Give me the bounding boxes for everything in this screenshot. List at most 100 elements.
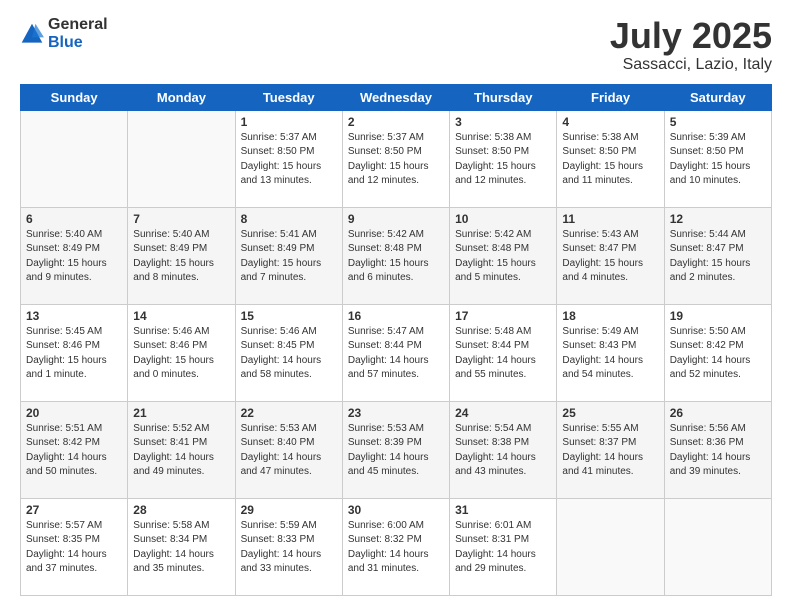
calendar-week-row: 20Sunrise: 5:51 AM Sunset: 8:42 PM Dayli…: [21, 401, 772, 498]
day-number: 12: [670, 212, 766, 226]
day-number: 23: [348, 406, 444, 420]
calendar-week-row: 27 Sunrise: 5:57 AM Sunset: 8:35 PM Dayli…: [21, 498, 772, 595]
day-info: Sunrise: 5:44 AM Sunset: 8:47 PM Dayligh…: [670, 228, 766, 286]
table-row: 28 Sunrise: 5:58 AM Sunset: 8:34 PM Dayli…: [128, 498, 235, 595]
table-row: 27 Sunrise: 5:57 AM Sunset: 8:35 PM Dayli…: [21, 498, 128, 595]
day-info: Sunrise: 5:48 AM Sunset: 8:44 PM Dayligh…: [455, 325, 551, 383]
day-number: 5: [670, 115, 766, 129]
table-row: 8 Sunrise: 5:41 AM Sunset: 8:49 PM Daylig…: [235, 207, 342, 304]
day-number: 13: [26, 309, 122, 323]
day-info: Sunrise: 5:38 AM Sunset: 8:50 PM Dayligh…: [455, 131, 551, 189]
table-row: 3Sunrise: 5:38 AM Sunset: 8:50 PM Daylig…: [450, 110, 557, 207]
weekday-header-row: Sunday Monday Tuesday Wednesday Thursday…: [21, 84, 772, 110]
day-number: 11: [562, 212, 658, 226]
table-row: 31 Sunrise: 6:01 AM Sunset: 8:31 PM Dayli…: [450, 498, 557, 595]
day-info: Sunrise: 5:46 AM Sunset: 8:46 PM Dayligh…: [133, 325, 229, 383]
table-row: 11 Sunrise: 5:43 AM Sunset: 8:47 PM Dayli…: [557, 207, 664, 304]
table-row: 15 Sunrise: 5:46 AM Sunset: 8:45 PM Dayli…: [235, 304, 342, 401]
day-number: 21: [133, 406, 229, 420]
day-info: Sunrise: 5:46 AM Sunset: 8:45 PM Dayligh…: [241, 325, 337, 383]
day-info: Sunrise: 6:01 AM Sunset: 8:31 PM Dayligh…: [455, 519, 551, 577]
day-number: 14: [133, 309, 229, 323]
table-row: [128, 110, 235, 207]
header-friday: Friday: [557, 84, 664, 110]
calendar-week-row: 13 Sunrise: 5:45 AM Sunset: 8:46 PM Dayli…: [21, 304, 772, 401]
day-number: 15: [241, 309, 337, 323]
table-row: 1 Sunrise: 5:37 AM Sunset: 8:50 PM Daylig…: [235, 110, 342, 207]
main-title: July 2025: [610, 16, 772, 56]
day-info: Sunrise: 5:47 AM Sunset: 8:44 PM Dayligh…: [348, 325, 444, 383]
header: General Blue July 2025 Sassacci, Lazio, …: [20, 16, 772, 74]
day-info: Sunrise: 5:49 AM Sunset: 8:43 PM Dayligh…: [562, 325, 658, 383]
table-row: 24 Sunrise: 5:54 AM Sunset: 8:38 PM Dayli…: [450, 401, 557, 498]
day-info: Sunrise: 5:59 AM Sunset: 8:33 PM Dayligh…: [241, 519, 337, 577]
logo-general-text: General: [48, 16, 108, 34]
day-number: 10: [455, 212, 551, 226]
day-info: Sunrise: 5:40 AM Sunset: 8:49 PM Dayligh…: [26, 228, 122, 286]
day-info: Sunrise: 5:54 AM Sunset: 8:38 PM Dayligh…: [455, 422, 551, 480]
calendar-table: Sunday Monday Tuesday Wednesday Thursday…: [20, 84, 772, 596]
day-info: Sunrise: 5:56 AM Sunset: 8:36 PM Dayligh…: [670, 422, 766, 480]
header-sunday: Sunday: [21, 84, 128, 110]
table-row: 4Sunrise: 5:38 AM Sunset: 8:50 PM Daylig…: [557, 110, 664, 207]
subtitle: Sassacci, Lazio, Italy: [610, 56, 772, 74]
day-number: 29: [241, 503, 337, 517]
table-row: 29 Sunrise: 5:59 AM Sunset: 8:33 PM Dayli…: [235, 498, 342, 595]
day-info: Sunrise: 5:53 AM Sunset: 8:40 PM Dayligh…: [241, 422, 337, 480]
table-row: 21Sunrise: 5:52 AM Sunset: 8:41 PM Dayli…: [128, 401, 235, 498]
table-row: 13 Sunrise: 5:45 AM Sunset: 8:46 PM Dayli…: [21, 304, 128, 401]
day-number: 26: [670, 406, 766, 420]
table-row: 2Sunrise: 5:37 AM Sunset: 8:50 PM Daylig…: [342, 110, 449, 207]
day-info: Sunrise: 5:38 AM Sunset: 8:50 PM Dayligh…: [562, 131, 658, 189]
day-number: 19: [670, 309, 766, 323]
day-info: Sunrise: 5:50 AM Sunset: 8:42 PM Dayligh…: [670, 325, 766, 383]
header-monday: Monday: [128, 84, 235, 110]
table-row: [664, 498, 771, 595]
table-row: 6 Sunrise: 5:40 AM Sunset: 8:49 PM Daylig…: [21, 207, 128, 304]
day-number: 20: [26, 406, 122, 420]
logo-blue-text: Blue: [48, 34, 108, 52]
day-number: 22: [241, 406, 337, 420]
day-info: Sunrise: 5:37 AM Sunset: 8:50 PM Dayligh…: [241, 131, 337, 189]
header-thursday: Thursday: [450, 84, 557, 110]
day-number: 9: [348, 212, 444, 226]
day-number: 18: [562, 309, 658, 323]
day-number: 28: [133, 503, 229, 517]
table-row: 7Sunrise: 5:40 AM Sunset: 8:49 PM Daylig…: [128, 207, 235, 304]
table-row: 16Sunrise: 5:47 AM Sunset: 8:44 PM Dayli…: [342, 304, 449, 401]
table-row: 19 Sunrise: 5:50 AM Sunset: 8:42 PM Dayli…: [664, 304, 771, 401]
day-info: Sunrise: 5:58 AM Sunset: 8:34 PM Dayligh…: [133, 519, 229, 577]
header-saturday: Saturday: [664, 84, 771, 110]
day-info: Sunrise: 5:43 AM Sunset: 8:47 PM Dayligh…: [562, 228, 658, 286]
header-wednesday: Wednesday: [342, 84, 449, 110]
table-row: 12 Sunrise: 5:44 AM Sunset: 8:47 PM Dayli…: [664, 207, 771, 304]
day-info: Sunrise: 5:55 AM Sunset: 8:37 PM Dayligh…: [562, 422, 658, 480]
calendar-week-row: 1 Sunrise: 5:37 AM Sunset: 8:50 PM Daylig…: [21, 110, 772, 207]
day-info: Sunrise: 5:41 AM Sunset: 8:49 PM Dayligh…: [241, 228, 337, 286]
table-row: 30Sunrise: 6:00 AM Sunset: 8:32 PM Dayli…: [342, 498, 449, 595]
day-number: 17: [455, 309, 551, 323]
table-row: 23 Sunrise: 5:53 AM Sunset: 8:39 PM Dayli…: [342, 401, 449, 498]
table-row: 26 Sunrise: 5:56 AM Sunset: 8:36 PM Dayli…: [664, 401, 771, 498]
logo-icon: [20, 22, 44, 46]
day-info: Sunrise: 6:00 AM Sunset: 8:32 PM Dayligh…: [348, 519, 444, 577]
table-row: 22 Sunrise: 5:53 AM Sunset: 8:40 PM Dayli…: [235, 401, 342, 498]
day-info: Sunrise: 5:45 AM Sunset: 8:46 PM Dayligh…: [26, 325, 122, 383]
day-number: 8: [241, 212, 337, 226]
table-row: 25 Sunrise: 5:55 AM Sunset: 8:37 PM Dayli…: [557, 401, 664, 498]
title-block: July 2025 Sassacci, Lazio, Italy: [610, 16, 772, 74]
day-number: 6: [26, 212, 122, 226]
day-info: Sunrise: 5:57 AM Sunset: 8:35 PM Dayligh…: [26, 519, 122, 577]
day-info: Sunrise: 5:42 AM Sunset: 8:48 PM Dayligh…: [348, 228, 444, 286]
day-number: 31: [455, 503, 551, 517]
day-number: 27: [26, 503, 122, 517]
day-info: Sunrise: 5:37 AM Sunset: 8:50 PM Dayligh…: [348, 131, 444, 189]
logo: General Blue: [20, 16, 108, 51]
day-number: 1: [241, 115, 337, 129]
day-number: 25: [562, 406, 658, 420]
page: General Blue July 2025 Sassacci, Lazio, …: [0, 0, 792, 612]
day-info: Sunrise: 5:40 AM Sunset: 8:49 PM Dayligh…: [133, 228, 229, 286]
day-info: Sunrise: 5:53 AM Sunset: 8:39 PM Dayligh…: [348, 422, 444, 480]
day-number: 24: [455, 406, 551, 420]
table-row: 18 Sunrise: 5:49 AM Sunset: 8:43 PM Dayli…: [557, 304, 664, 401]
